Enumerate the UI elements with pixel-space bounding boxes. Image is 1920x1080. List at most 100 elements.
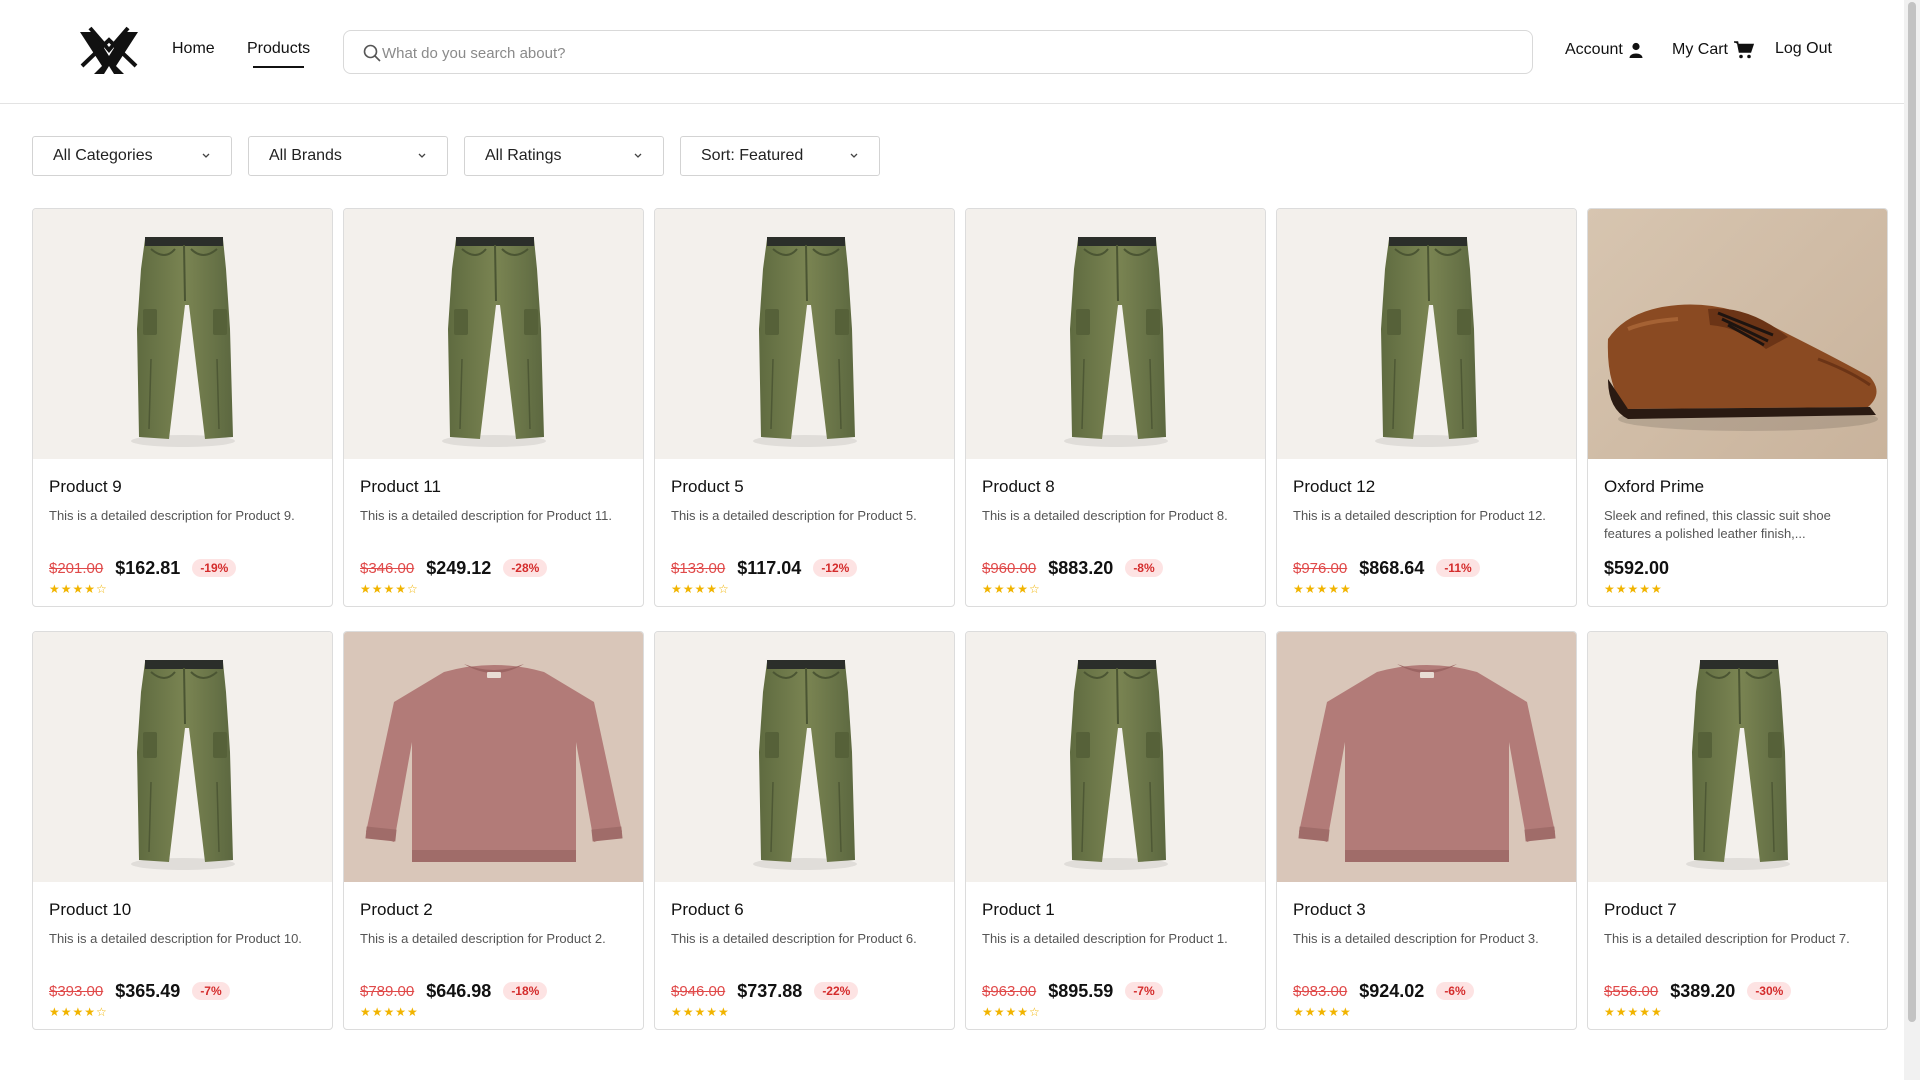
chevron-down-icon bbox=[850, 153, 858, 158]
product-name[interactable]: Product 2 bbox=[360, 900, 627, 920]
current-price: $868.64 bbox=[1359, 557, 1425, 578]
product-card[interactable]: Product 1 This is a detailed description… bbox=[965, 631, 1266, 1030]
current-price: $365.49 bbox=[115, 980, 181, 1001]
star-rating: ★★★★★ bbox=[671, 1005, 730, 1019]
nav-home-link[interactable]: Home bbox=[172, 40, 215, 58]
product-image[interactable] bbox=[655, 209, 954, 459]
product-image[interactable] bbox=[33, 209, 332, 459]
original-price: $946.00 bbox=[671, 982, 726, 1000]
product-info: Oxford Prime Sleek and refined, this cla… bbox=[1588, 459, 1887, 596]
search-input[interactable] bbox=[382, 39, 1482, 67]
product-info: Product 5 This is a detailed description… bbox=[655, 459, 954, 596]
sort-value: Sort: Featured bbox=[701, 147, 804, 164]
product-card[interactable]: Oxford Prime Sleek and refined, this cla… bbox=[1587, 208, 1888, 607]
logout-link[interactable]: Log Out bbox=[1775, 40, 1832, 58]
product-image[interactable] bbox=[1588, 632, 1887, 882]
product-name[interactable]: Product 10 bbox=[49, 900, 316, 920]
price-row: $976.00 $868.64 -11% bbox=[1293, 557, 1560, 579]
brand-logo-icon[interactable] bbox=[76, 26, 142, 76]
product-card[interactable]: Product 6 This is a detailed description… bbox=[654, 631, 955, 1030]
rose-sweatshirt-image bbox=[365, 664, 623, 862]
product-info: Product 6 This is a detailed description… bbox=[655, 882, 954, 1019]
product-image[interactable] bbox=[966, 632, 1265, 882]
site-header: Home Products Account My Cart Log Out bbox=[0, 0, 1904, 104]
product-image[interactable] bbox=[966, 209, 1265, 459]
current-price: $389.20 bbox=[1670, 980, 1736, 1001]
product-name[interactable]: Product 5 bbox=[671, 477, 938, 497]
product-name[interactable]: Product 3 bbox=[1293, 900, 1560, 920]
product-image[interactable] bbox=[33, 632, 332, 882]
product-card[interactable]: Product 11 This is a detailed descriptio… bbox=[343, 208, 644, 607]
product-description: This is a detailed description for Produ… bbox=[49, 508, 295, 523]
discount-badge: -28% bbox=[503, 559, 548, 577]
discount-badge: -11% bbox=[1436, 559, 1480, 577]
price-row: $963.00 $895.59 -7% bbox=[982, 980, 1249, 1002]
product-image[interactable] bbox=[655, 632, 954, 882]
current-price: $737.88 bbox=[737, 980, 803, 1001]
product-card[interactable]: Product 12 This is a detailed descriptio… bbox=[1276, 208, 1577, 607]
original-price: $556.00 bbox=[1604, 982, 1659, 1000]
nav-products-link[interactable]: Products bbox=[247, 40, 310, 68]
star-rating: ★★★★☆ bbox=[360, 582, 419, 596]
product-name[interactable]: Product 9 bbox=[49, 477, 316, 497]
current-price: $117.04 bbox=[737, 557, 802, 578]
rating-filter-select[interactable]: All Ratings bbox=[464, 136, 664, 176]
price-row: $201.00 $162.81 -19% bbox=[49, 557, 316, 579]
original-price: $133.00 bbox=[671, 559, 726, 577]
brand-filter-value: All Brands bbox=[269, 147, 342, 164]
product-name[interactable]: Product 8 bbox=[982, 477, 1249, 497]
rating-filter-value: All Ratings bbox=[485, 147, 562, 164]
product-image[interactable] bbox=[344, 632, 643, 882]
chevron-down-icon bbox=[202, 153, 210, 158]
sort-select[interactable]: Sort: Featured bbox=[680, 136, 880, 176]
current-price: $162.81 bbox=[115, 557, 181, 578]
product-image[interactable] bbox=[1277, 209, 1576, 459]
original-price: $983.00 bbox=[1293, 982, 1348, 1000]
price-row: $393.00 $365.49 -7% bbox=[49, 980, 316, 1002]
product-name[interactable]: Product 7 bbox=[1604, 900, 1871, 920]
cart-button[interactable]: My Cart bbox=[1672, 41, 1754, 59]
product-card[interactable]: Product 10 This is a detailed descriptio… bbox=[32, 631, 333, 1030]
olive-pants-image bbox=[1064, 237, 1168, 447]
product-card[interactable]: Product 2 This is a detailed description… bbox=[343, 631, 644, 1030]
scrollbar-thumb[interactable] bbox=[1908, 2, 1916, 1022]
product-card[interactable]: Product 5 This is a detailed description… bbox=[654, 208, 955, 607]
product-name[interactable]: Oxford Prime bbox=[1604, 477, 1871, 497]
discount-badge: -6% bbox=[1436, 982, 1474, 1000]
olive-pants-image bbox=[753, 237, 857, 447]
discount-badge: -30% bbox=[1747, 982, 1792, 1000]
original-price: $963.00 bbox=[982, 982, 1037, 1000]
price-row: $946.00 $737.88 -22% bbox=[671, 980, 938, 1002]
product-card[interactable]: Product 3 This is a detailed description… bbox=[1276, 631, 1577, 1030]
product-card[interactable]: Product 9 This is a detailed description… bbox=[32, 208, 333, 607]
discount-badge: -7% bbox=[192, 982, 230, 1000]
star-rating: ★★★★★ bbox=[1293, 1005, 1352, 1019]
olive-pants-image bbox=[131, 237, 235, 447]
product-card[interactable]: Product 8 This is a detailed description… bbox=[965, 208, 1266, 607]
product-name[interactable]: Product 11 bbox=[360, 477, 627, 497]
original-price: $201.00 bbox=[49, 559, 104, 577]
product-description: This is a detailed description for Produ… bbox=[1293, 931, 1539, 946]
product-description: This is a detailed description for Produ… bbox=[360, 931, 606, 946]
product-grid: Product 9 This is a detailed description… bbox=[32, 208, 1889, 1030]
product-name[interactable]: Product 12 bbox=[1293, 477, 1560, 497]
product-card[interactable]: Product 7 This is a detailed description… bbox=[1587, 631, 1888, 1030]
discount-badge: -12% bbox=[813, 559, 858, 577]
category-filter-select[interactable]: All Categories bbox=[32, 136, 232, 176]
product-description: This is a detailed description for Produ… bbox=[671, 931, 917, 946]
account-button[interactable]: Account bbox=[1565, 41, 1643, 59]
product-image[interactable] bbox=[344, 209, 643, 459]
brand-filter-select[interactable]: All Brands bbox=[248, 136, 448, 176]
product-name[interactable]: Product 1 bbox=[982, 900, 1249, 920]
user-icon bbox=[1629, 42, 1643, 58]
product-description: This is a detailed description for Produ… bbox=[360, 508, 612, 523]
olive-pants-image bbox=[1064, 660, 1168, 870]
brown-oxford-shoe-image bbox=[1607, 304, 1878, 431]
product-image[interactable] bbox=[1588, 209, 1887, 459]
product-name[interactable]: Product 6 bbox=[671, 900, 938, 920]
page-scrollbar[interactable] bbox=[1904, 0, 1920, 1080]
product-description: This is a detailed description for Produ… bbox=[982, 508, 1228, 523]
product-description: This is a detailed description for Produ… bbox=[982, 931, 1228, 946]
product-image[interactable] bbox=[1277, 632, 1576, 882]
discount-badge: -8% bbox=[1125, 559, 1163, 577]
